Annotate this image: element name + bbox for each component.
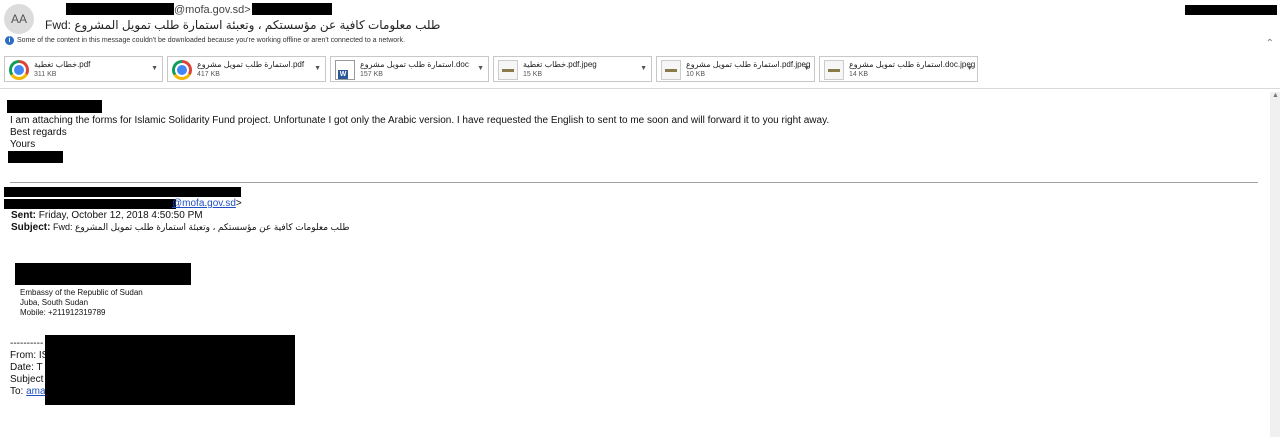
redacted-sender-name <box>66 3 174 15</box>
attachment-item[interactable]: استمارة طلب تمويل مشروع.pdf 417 KB ▼ <box>167 56 326 82</box>
image-icon <box>498 60 518 80</box>
forward-email-address: @mofa.gov.sd> <box>172 198 242 209</box>
sender-avatar: AA <box>4 4 34 34</box>
subject-value: Fwd: طلب معلومات كافية عن مؤسستكم ، وتعب… <box>50 222 350 232</box>
offline-info-bar: i Some of the content in this message co… <box>5 36 405 45</box>
forward-subject-line: Subject: Fwd: طلب معلومات كافية عن مؤسست… <box>11 222 350 233</box>
location-line: Juba, South Sudan <box>20 298 89 307</box>
attachment-name: خطاب تغطية.pdf <box>34 60 91 69</box>
chevron-down-icon[interactable]: ▼ <box>803 65 810 72</box>
chrome-icon <box>172 60 192 80</box>
attachment-item[interactable]: استمارة طلب تمويل مشروع.pdf.jpeg 10 KB ▼ <box>656 56 815 82</box>
chevron-down-icon[interactable]: ▼ <box>477 65 484 72</box>
attachment-name: استمارة طلب تمويل مشروع.pdf <box>197 60 305 69</box>
chevron-down-icon[interactable]: ▼ <box>314 65 321 72</box>
email-subject: Fwd: طلب معلومات كافية عن مؤسستكم ، وتعب… <box>45 18 441 32</box>
redacted-nested-header <box>45 335 295 405</box>
word-icon <box>335 60 355 80</box>
sender-email-domain: @mofa.gov.sd> <box>174 4 251 16</box>
forward-email-link[interactable]: @mofa.gov.sd <box>172 198 236 209</box>
redacted-recipient <box>252 3 332 15</box>
chevron-down-icon[interactable]: ▼ <box>966 65 973 72</box>
attachment-size: 15 KB <box>523 71 543 78</box>
redacted-greeting <box>7 100 102 113</box>
attachment-item[interactable]: استمارة طلب تمويل مشروع.doc 157 KB ▼ <box>330 56 489 82</box>
nested-subject-line: Subject <box>10 374 44 385</box>
nested-from-line: From: IS <box>10 350 49 361</box>
collapse-header-icon[interactable]: ⌃ <box>1266 38 1274 49</box>
vertical-scrollbar[interactable]: ▲ <box>1270 92 1280 437</box>
redacted-header-right <box>1185 5 1277 15</box>
subject-label: Subject: <box>11 222 51 233</box>
attachment-size: 417 KB <box>197 71 220 78</box>
attachment-size: 14 KB <box>849 71 869 78</box>
image-icon <box>824 60 844 80</box>
to-email-link[interactable]: ama <box>26 386 45 397</box>
redacted-signature-name <box>8 151 63 163</box>
attachment-item[interactable]: خطاب تغطية.pdf 311 KB ▼ <box>4 56 163 82</box>
attachment-item[interactable]: خطاب تغطية.pdf.jpeg 15 KB ▼ <box>493 56 652 82</box>
chevron-down-icon[interactable]: ▼ <box>640 65 647 72</box>
attachment-item[interactable]: استمارة طلب تمويل مشروع.doc.jpeg 14 KB ▼ <box>819 56 978 82</box>
embassy-line: Embassy of the Republic of Sudan <box>20 288 143 297</box>
sent-label: Sent: <box>11 210 36 221</box>
attachment-name: استمارة طلب تمويل مشروع.pdf.jpeg <box>686 60 811 69</box>
attachment-size: 157 KB <box>360 71 383 78</box>
redacted-forward-email <box>4 199 176 209</box>
message-body-line: I am attaching the forms for Islamic Sol… <box>10 115 830 126</box>
mobile-line: Mobile: +211912319789 <box>20 308 106 317</box>
forward-sent-line: Sent: Friday, October 12, 2018 4:50:50 P… <box>11 210 203 221</box>
message-closing: Best regards <box>10 127 67 138</box>
redacted-forward-from <box>4 187 241 197</box>
nested-dashes: ---------- <box>10 338 44 349</box>
header-divider <box>0 88 1280 89</box>
attachment-size: 10 KB <box>686 71 706 78</box>
attachment-name: خطاب تغطية.pdf.jpeg <box>523 60 597 69</box>
nested-date-line: Date: T <box>10 362 43 373</box>
info-icon: i <box>5 36 14 45</box>
attachment-size: 311 KB <box>34 71 57 78</box>
chevron-down-icon[interactable]: ▼ <box>151 65 158 72</box>
redacted-embassy-name <box>15 263 191 285</box>
forward-separator <box>10 182 1258 183</box>
image-icon <box>661 60 681 80</box>
attachment-name: استمارة طلب تمويل مشروع.doc.jpeg <box>849 60 976 69</box>
offline-info-text: Some of the content in this message coul… <box>17 37 405 44</box>
attachment-name: استمارة طلب تمويل مشروع.doc <box>360 60 469 69</box>
sent-value: Friday, October 12, 2018 4:50:50 PM <box>36 210 203 221</box>
to-label: To: <box>10 386 27 397</box>
message-signoff: Yours <box>10 139 36 150</box>
scroll-up-icon[interactable]: ▲ <box>1272 92 1279 99</box>
nested-to-line: To: ama <box>10 386 46 397</box>
forward-email-suffix: > <box>235 198 242 209</box>
chrome-icon <box>9 60 29 80</box>
